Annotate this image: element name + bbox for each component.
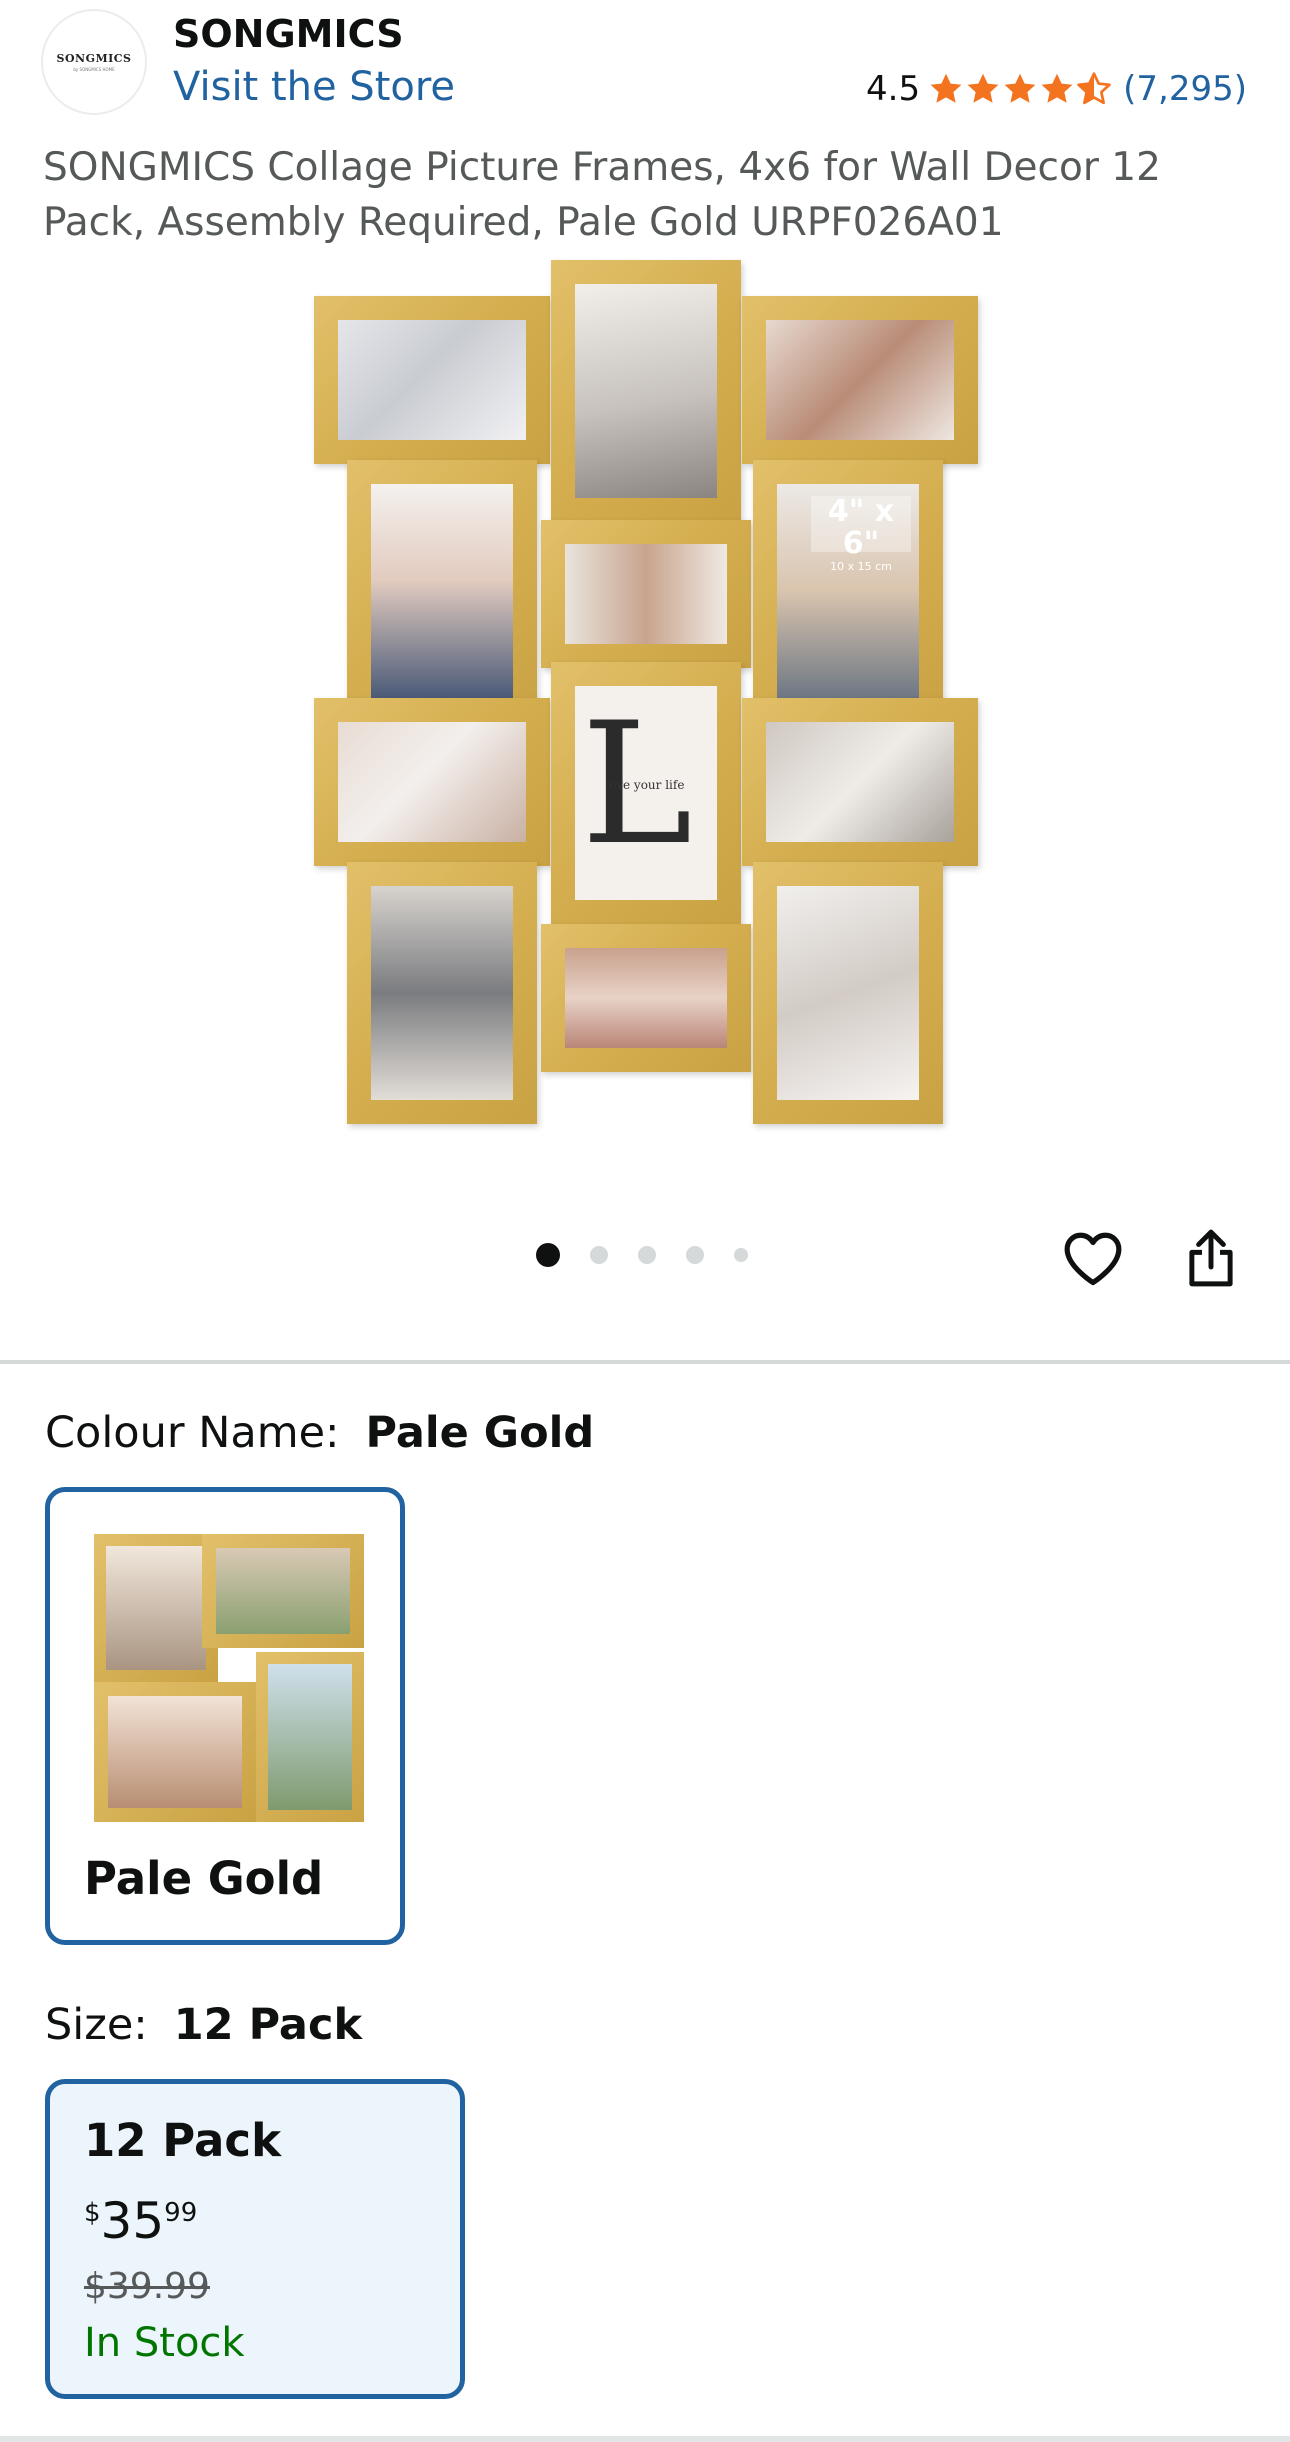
size-badge: 4" x 6" 10 x 15 cm [811,496,911,573]
star-rating [928,71,1113,107]
picture-frame [742,296,978,464]
rating-summary[interactable]: 4.5 (7,295) [866,64,1247,114]
size-label-row: Size: 12 Pack [45,1995,362,2055]
kitten-photo [766,722,954,842]
size-badge-metric: 10 x 15 cm [830,560,892,573]
carousel-dot[interactable] [734,1248,748,1262]
brand-logo[interactable]: SONGMICS by SONGMICS HOME [41,9,147,115]
thumb-frame [202,1534,364,1648]
size-label: Size: [45,2000,148,2050]
picture-frame [541,520,751,668]
colour-selected-value: Pale Gold [365,1408,595,1458]
woman-sofa-photo [565,948,727,1048]
thumb-photo [268,1664,352,1810]
thumb-photo [106,1546,206,1670]
colour-option-thumbnail [94,1534,364,1822]
picture-frame [314,698,550,866]
carousel-dot[interactable] [638,1246,656,1264]
carousel-dot[interactable] [590,1246,608,1264]
cat-photo [338,320,526,440]
section-divider [0,1360,1290,1364]
product-title: SONGMICS Collage Picture Frames, 4x6 for… [43,145,1161,245]
share-button[interactable] [1176,1220,1246,1296]
rating-value: 4.5 [866,69,921,109]
colour-label: Colour Name: [45,1408,340,1458]
colour-option-label: Pale Gold [84,1852,324,1905]
price-currency: $ [84,2198,101,2228]
thumb-frame [256,1652,364,1822]
size-badge-text: 4" x 6" [827,494,895,561]
picture-frame [742,698,978,866]
heart-icon [1064,1232,1122,1286]
rating-count: (7,295) [1123,69,1247,109]
carousel-dot-active[interactable] [536,1243,560,1267]
brand-name[interactable]: SONGMICS [173,8,404,60]
size-option-12-pack[interactable]: 12 Pack $ 35 99 $39.99 In Stock [45,2079,465,2399]
picture-frame [347,460,537,722]
couple-photo [766,320,954,440]
visit-store-link[interactable]: Visit the Store [173,60,455,114]
wishlist-button[interactable] [1058,1223,1128,1293]
carousel-indicator [536,1243,778,1267]
picture-frame [551,260,741,522]
list-price: $39.99 [84,2266,210,2307]
colour-option-pale-gold[interactable]: Pale Gold [45,1487,405,1945]
sign-photo: L ove your life [575,686,717,900]
thumb-photo [216,1548,350,1634]
size-option-name: 12 Pack [84,2114,282,2167]
bottom-divider [0,2436,1290,2442]
picture-frame: 4" x 6" 10 x 15 cm [753,460,943,722]
grey-cat-photo [371,886,513,1100]
star-full-icon [1041,73,1073,103]
picture-frame: L ove your life [551,662,741,924]
cat-photo [338,722,526,842]
brand-logo-subtext: by SONGMICS HOME [73,67,115,72]
availability-status: In Stock [84,2320,245,2366]
woman-photo [371,484,513,698]
product-image[interactable]: 4" x 6" 10 x 15 cm L ove your life [310,258,980,1128]
picture-frame [314,296,550,464]
sleeping-kitten-photo [777,886,919,1100]
picture-frame [347,862,537,1124]
price-whole: 35 [100,2192,165,2250]
sign-text: ove your life [609,778,685,792]
couple-photo [565,544,727,644]
picture-frame [541,924,751,1072]
carousel-dot[interactable] [686,1246,704,1264]
size-selected-value: 12 Pack [173,2000,363,2050]
price-fraction: 99 [164,2198,198,2228]
star-full-icon [967,73,999,103]
picture-frame [753,862,943,1124]
star-full-icon [930,73,962,103]
star-half-icon [1077,72,1111,105]
size-option-price: $ 35 99 [84,2192,197,2250]
thumb-frame [94,1534,218,1682]
colour-label-row: Colour Name: Pale Gold [45,1403,594,1463]
share-icon [1189,1229,1233,1287]
cats-photo [575,284,717,498]
thumb-photo [108,1696,242,1808]
brand-logo-text: SONGMICS [56,52,132,65]
thumb-frame [94,1682,256,1822]
star-full-icon [1004,73,1036,103]
